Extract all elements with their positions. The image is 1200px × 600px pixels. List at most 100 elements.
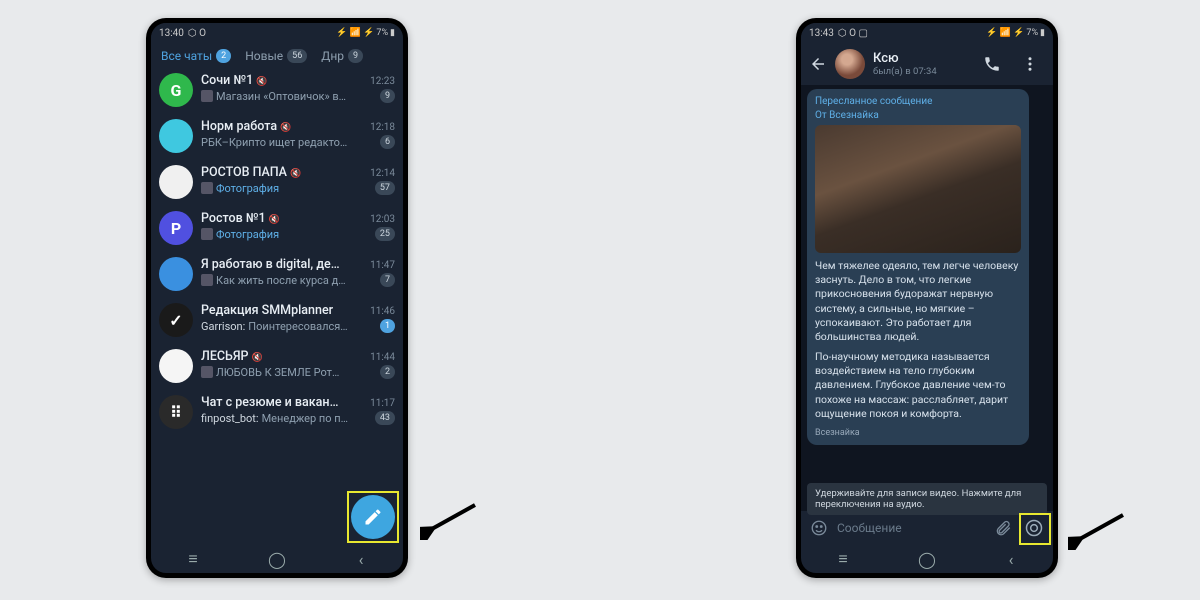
unread-badge: 43 [375, 411, 395, 425]
unread-badge: 9 [380, 89, 395, 103]
call-button[interactable] [977, 55, 1007, 73]
chat-time: 12:18 [370, 122, 395, 133]
screen-left: 13:40 ⬡ O ⚡ 📶 ⚡ 7% ▮ Все чаты2 Новые56 Днр… [151, 23, 403, 573]
muted-icon: 🔇 [256, 77, 267, 87]
emoji-icon [810, 519, 828, 537]
chat-list[interactable]: G Сочи №1🔇 12:23 Магазин «Оптовичок» в… … [151, 67, 403, 545]
unread-badge: 57 [375, 181, 395, 195]
emoji-button[interactable] [807, 519, 831, 537]
chat-info[interactable]: Ксю был(а) в 07:34 [873, 51, 969, 77]
unread-badge: 7 [380, 273, 395, 287]
unread-badge: 6 [380, 135, 395, 149]
attach-button[interactable] [991, 519, 1015, 537]
statusbar: 13:40 ⬡ O ⚡ 📶 ⚡ 7% ▮ [151, 23, 403, 43]
chat-row[interactable]: Норм работа🔇 12:18 РБК–Крипто ищет редак… [151, 113, 403, 159]
preview-thumb [201, 182, 213, 194]
status-indicator: ⬡ O ▢ [838, 28, 868, 39]
status-battery: 7% [376, 28, 388, 38]
status-icons: ⚡ 📶 ⚡ [986, 28, 1024, 38]
forwarded-header: Пересланное сообщение От Всезнайка [815, 95, 1021, 122]
status-time: 13:43 [809, 28, 834, 39]
chat-avatar [159, 119, 193, 153]
chat-row[interactable]: ЛЕСЬЯР🔇 11:44 ЛЮБОВЬ К ЗЕМЛЕ Рот… 2 [151, 343, 403, 389]
muted-icon: 🔇 [280, 123, 291, 133]
status-time: 13:40 [159, 28, 184, 39]
more-button[interactable] [1015, 55, 1045, 73]
filter-tab[interactable]: Новые56 [245, 49, 307, 63]
chat-preview: Как жить после курса д… [201, 274, 346, 287]
chat-avatar[interactable] [835, 49, 865, 79]
message-signature: Всезнайка [815, 427, 1021, 439]
preview-thumb [201, 366, 213, 378]
chat-avatar [159, 165, 193, 199]
chat-avatar [159, 349, 193, 383]
nav-recents[interactable]: ≡ [178, 549, 208, 569]
chat-time: 12:23 [370, 76, 395, 87]
chat-preview: Магазин «Оптовичок» в… [201, 90, 346, 103]
tab-badge: 56 [287, 49, 307, 63]
forwarded-label: Пересланное сообщение [815, 96, 932, 107]
annotation-arrow-left [420, 500, 480, 540]
chat-avatar: G [159, 73, 193, 107]
back-button[interactable] [809, 55, 827, 73]
screen-right: 13:43 ⬡ O ▢ ⚡ 📶 ⚡ 7% ▮ Ксю был(а) в 07:3… [801, 23, 1053, 573]
chat-row[interactable]: Я работаю в digital, дет…🔇 11:47 Как жит… [151, 251, 403, 297]
chat-row[interactable]: РОСТОВ ПАПА🔇 12:14 Фотография 57 [151, 159, 403, 205]
camera-icon [1024, 518, 1044, 538]
paperclip-icon [994, 519, 1012, 537]
filter-tab[interactable]: Все чаты2 [161, 49, 231, 63]
chat-name: Норм работа🔇 [201, 119, 291, 134]
phone-right: 13:43 ⬡ O ▢ ⚡ 📶 ⚡ 7% ▮ Ксю был(а) в 07:3… [796, 18, 1058, 578]
chat-preview: Фотография [201, 228, 279, 241]
preview-thumb [201, 228, 213, 240]
nav-recents[interactable]: ≡ [828, 549, 858, 569]
chat-row[interactable]: ⠿ Чат с резюме и ваканси…🔇 11:17 finpost… [151, 389, 403, 435]
chat-preview: ЛЮБОВЬ К ЗЕМЛЕ Рот… [201, 366, 339, 379]
chat-row[interactable]: ✓ Редакция SMMplanner 11:46 Garrison: По… [151, 297, 403, 343]
message-bubble[interactable]: Пересланное сообщение От Всезнайка Чем т… [807, 89, 1029, 445]
more-vert-icon [1021, 55, 1039, 73]
chat-time: 12:03 [370, 214, 395, 225]
chat-name: ЛЕСЬЯР🔇 [201, 349, 263, 364]
chat-preview: РБК–Крипто ищет редакто… [201, 136, 347, 149]
chat-name: Редакция SMMplanner [201, 303, 333, 318]
nav-back[interactable]: ‹ [996, 550, 1026, 569]
nav-back[interactable]: ‹ [346, 550, 376, 569]
android-navbar: ≡ ◯ ‹ [151, 545, 403, 573]
camera-button[interactable] [1021, 518, 1047, 538]
status-battery: 7% [1026, 28, 1038, 38]
record-tooltip: Удерживайте для записи видео. Нажмите дл… [807, 483, 1047, 515]
nav-home[interactable]: ◯ [912, 550, 942, 569]
filter-tab[interactable]: Днр9 [321, 49, 363, 63]
statusbar: 13:43 ⬡ O ▢ ⚡ 📶 ⚡ 7% ▮ [801, 23, 1053, 43]
chat-row[interactable]: P Ростов №1🔇 12:03 Фотография 25 [151, 205, 403, 251]
tab-label: Все чаты [161, 49, 212, 63]
message-input[interactable]: Сообщение [837, 521, 985, 535]
status-indicator: ⬡ O [188, 28, 206, 39]
chat-filter-tabs: Все чаты2 Новые56 Днр9 [151, 43, 403, 67]
chat-time: 11:47 [370, 260, 395, 271]
chat-status: был(а) в 07:34 [873, 66, 969, 77]
chat-time: 11:44 [370, 352, 395, 363]
forwarded-from: От Всезнайка [815, 109, 1021, 123]
muted-icon: 🔇 [269, 215, 280, 225]
chat-header: Ксю был(а) в 07:34 [801, 43, 1053, 85]
chat-name: Ксю [873, 51, 969, 66]
tab-badge: 9 [348, 49, 363, 63]
unread-badge: 1 [380, 319, 395, 333]
arrow-left-icon [809, 55, 827, 73]
message-input-bar: Сообщение [801, 511, 1053, 545]
compose-fab[interactable] [351, 495, 395, 539]
message-area[interactable]: Пересланное сообщение От Всезнайка Чем т… [801, 85, 1053, 511]
battery-icon: ▮ [390, 28, 395, 38]
nav-home[interactable]: ◯ [262, 550, 292, 569]
pencil-icon [363, 507, 383, 527]
chat-avatar: P [159, 211, 193, 245]
message-text-2: По-научному методика называется воздейст… [815, 350, 1021, 421]
preview-thumb [201, 90, 213, 102]
chat-name: Я работаю в digital, дет…🔇 [201, 257, 341, 272]
message-photo[interactable] [815, 125, 1021, 253]
muted-icon: 🔇 [290, 169, 301, 179]
chat-name: РОСТОВ ПАПА🔇 [201, 165, 301, 180]
chat-row[interactable]: G Сочи №1🔇 12:23 Магазин «Оптовичок» в… … [151, 67, 403, 113]
